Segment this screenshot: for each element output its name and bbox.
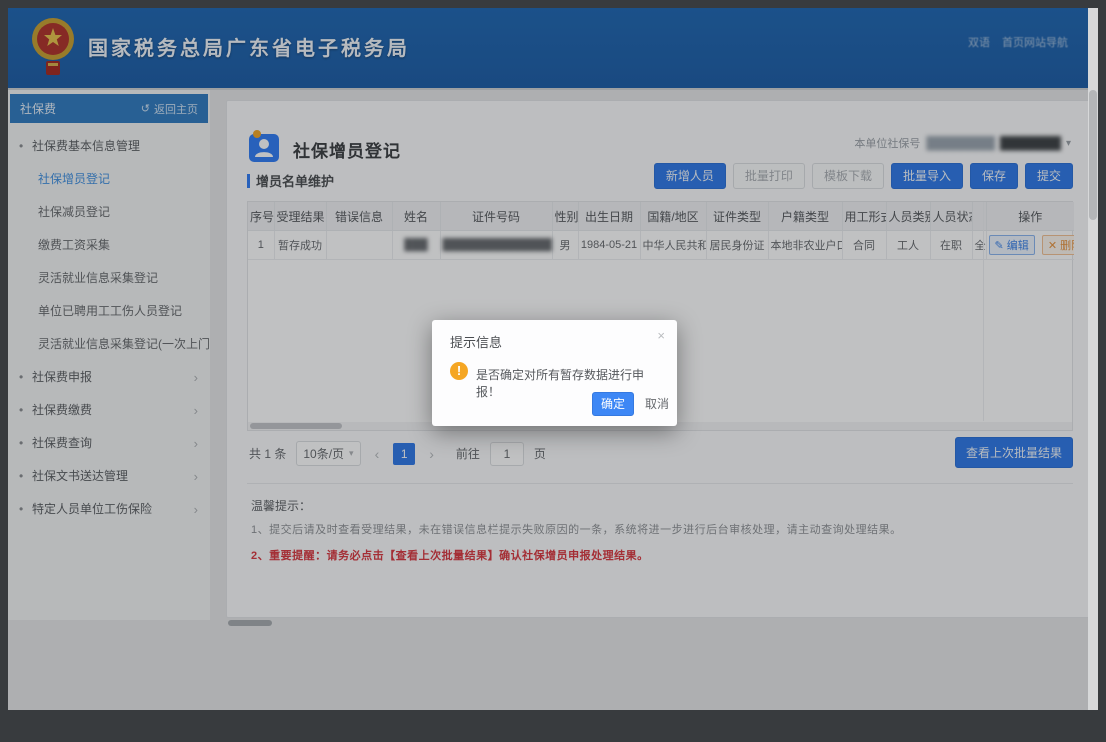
browser-vertical-scrollbar[interactable] xyxy=(1088,8,1098,710)
scrollbar-thumb[interactable] xyxy=(1089,90,1097,220)
confirm-dialog: 提示信息 × ! 是否确定对所有暂存数据进行申报！ 确定 取消 xyxy=(432,320,677,426)
browser-viewport: 国家税务总局广东省电子税务局 双语 首页网站导航 社保费 ↺ 返回主页 • 社保… xyxy=(8,8,1098,710)
cancel-button[interactable]: 取消 xyxy=(645,395,669,412)
warning-icon: ! xyxy=(450,362,468,380)
dialog-title: 提示信息 xyxy=(450,335,503,350)
dialog-message: 是否确定对所有暂存数据进行申报！ xyxy=(476,368,645,399)
confirm-button[interactable]: 确定 xyxy=(592,392,634,416)
close-icon[interactable]: × xyxy=(657,328,665,343)
